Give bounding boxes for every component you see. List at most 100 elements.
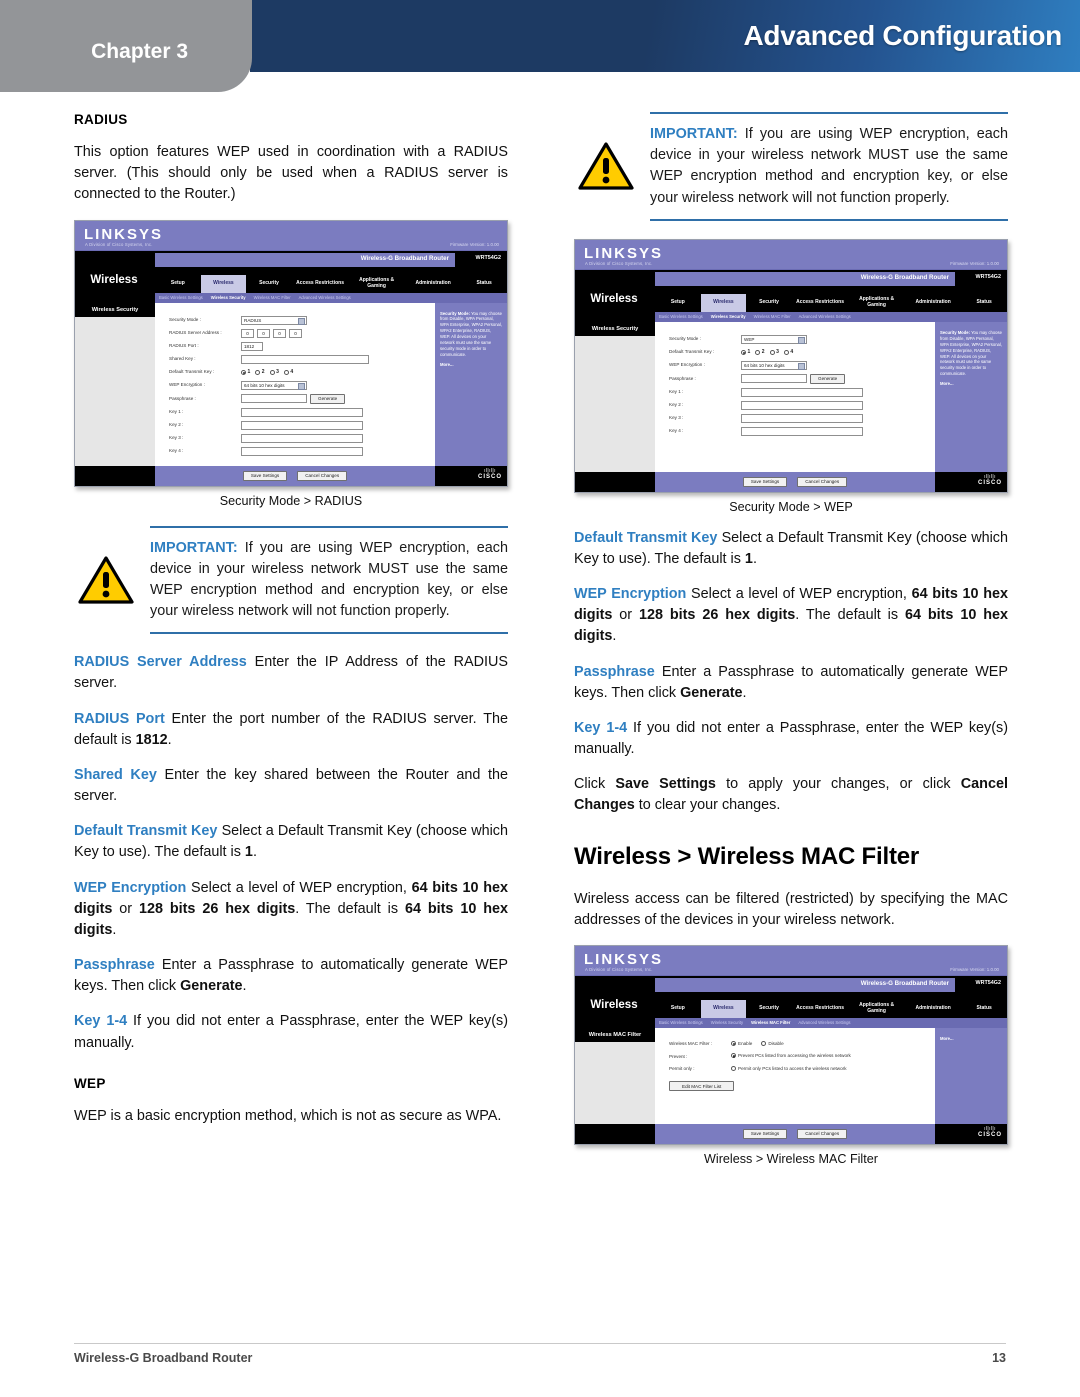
subtab-basic-wireless-settings[interactable]: Basic Wireless Settings: [655, 1020, 707, 1025]
radio-option-key-1[interactable]: 1: [741, 349, 750, 355]
tab-wireless[interactable]: Wireless: [700, 999, 747, 1018]
radio-option-disable[interactable]: Disable: [761, 1040, 784, 1046]
router-left-panel: Wireless Security: [575, 321, 655, 472]
tab-security[interactable]: Security: [746, 1000, 792, 1018]
input-radius-ip-octet-4[interactable]: 0: [289, 328, 302, 338]
router-left-panel: Wireless Security: [75, 302, 155, 466]
subtab-wireless-mac-filter[interactable]: Wireless MAC Filter: [747, 1020, 794, 1025]
tab-administration[interactable]: Administration: [405, 275, 462, 293]
radio-option-key-3[interactable]: 3: [769, 349, 779, 355]
tab-access-restrictions[interactable]: Access Restrictions: [292, 275, 349, 293]
subtab-basic-wireless-settings[interactable]: Basic Wireless Settings: [655, 314, 707, 319]
header-banner: Advanced Configuration: [250, 0, 1080, 72]
tab-status[interactable]: Status: [961, 294, 1007, 312]
select-wep-encryption[interactable]: 64 bits 10 hex digits: [241, 380, 307, 390]
tab-security[interactable]: Security: [746, 294, 792, 312]
radio-option-prevent[interactable]: Prevent PCs listed from accessing the wi…: [731, 1053, 851, 1059]
radio-option-key-3[interactable]: 3: [269, 369, 279, 375]
chapter-label: Chapter 3: [91, 40, 188, 63]
select-security-mode[interactable]: RADIUS: [241, 315, 307, 325]
page-footer: Wireless-G Broadband Router 13: [0, 1343, 1080, 1367]
radio-option-key-1[interactable]: 1: [241, 369, 250, 375]
input-radius-ip-octet-2[interactable]: 0: [257, 328, 270, 338]
tab-access-restrictions[interactable]: Access Restrictions: [792, 294, 849, 312]
select-security-mode[interactable]: WEP: [741, 334, 807, 344]
input-key-3[interactable]: [241, 433, 363, 443]
generate-button[interactable]: Generate: [310, 393, 346, 404]
save-settings-button[interactable]: Save Settings: [242, 470, 288, 481]
cancel-changes-button[interactable]: Cancel Changes: [297, 470, 348, 481]
input-key-4[interactable]: [241, 446, 363, 456]
save-settings-button[interactable]: Save Settings: [742, 476, 788, 487]
text-passphrase-2: .: [242, 978, 247, 995]
form-row-radius-port: RADIUS Port : 1812: [169, 341, 429, 351]
edit-mac-filter-list-button[interactable]: Edit MAC Filter List: [669, 1081, 735, 1092]
tab-security[interactable]: Security: [246, 275, 292, 293]
tab-access-restrictions[interactable]: Access Restrictions: [792, 1000, 849, 1018]
router-tabs: Setup Wireless Security Access Restricti…: [155, 274, 507, 293]
router-nav-row: Wireless Setup Wireless Security Access …: [575, 999, 1007, 1028]
input-key-3[interactable]: [741, 413, 863, 423]
radio-option-enable[interactable]: Enable: [731, 1040, 752, 1046]
input-key-2[interactable]: [741, 400, 863, 410]
chapter-tab: Chapter 3: [0, 0, 252, 92]
subtab-wireless-security[interactable]: Wireless Security: [707, 1020, 747, 1025]
subtab-wireless-security[interactable]: Wireless Security: [707, 314, 750, 319]
input-shared-key[interactable]: [241, 354, 369, 364]
help-lead: Security Mode:: [440, 310, 471, 316]
cancel-changes-button[interactable]: Cancel Changes: [797, 476, 848, 487]
tab-administration[interactable]: Administration: [905, 1000, 962, 1018]
subtab-advanced-wireless-settings[interactable]: Advanced Wireless Settings: [795, 314, 855, 319]
input-radius-ip-octet-1[interactable]: 0: [241, 328, 254, 338]
help-more-link[interactable]: More...: [440, 362, 502, 368]
cisco-logo: ıl|ıl|ı CISCO: [978, 474, 1002, 486]
tab-setup[interactable]: Setup: [655, 294, 701, 312]
subtab-wireless-security[interactable]: Wireless Security: [207, 295, 250, 300]
tab-setup[interactable]: Setup: [155, 275, 201, 293]
form-row-radius-server-address: RADIUS Server Address : 0 0 0 0: [169, 328, 429, 338]
tab-applications-gaming[interactable]: Applications & Gaming: [348, 275, 405, 293]
subtab-wireless-mac-filter[interactable]: Wireless MAC Filter: [250, 295, 295, 300]
tab-status[interactable]: Status: [961, 1000, 1007, 1018]
input-key-2[interactable]: [241, 420, 363, 430]
radio-option-permit-only[interactable]: Permit only PCs listed to access the wir…: [731, 1065, 847, 1071]
input-radius-ip-octet-3[interactable]: 0: [273, 328, 286, 338]
radio-option-key-4[interactable]: 4: [783, 349, 793, 355]
input-radius-port[interactable]: 1812: [241, 341, 263, 351]
radio-label-key-2: 2: [261, 369, 265, 376]
form-row-wep-encryption: WEP Encryption : 64 bits 10 hex digits: [669, 360, 929, 370]
radio-group-default-transmit-key: 1 2 3 4: [741, 349, 796, 355]
subtab-wireless-mac-filter[interactable]: Wireless MAC Filter: [750, 314, 795, 319]
router-footer: Save Settings Cancel Changes ıl|ıl|ı CIS…: [75, 465, 507, 486]
tab-status[interactable]: Status: [461, 275, 507, 293]
subtab-advanced-wireless-settings[interactable]: Advanced Wireless Settings: [794, 1020, 854, 1025]
left-column: RADIUS This option features WEP used in …: [74, 112, 508, 1127]
tab-setup[interactable]: Setup: [655, 1000, 701, 1018]
help-more-link[interactable]: More...: [940, 381, 1002, 387]
value-radius-port-default: 1812: [135, 731, 168, 748]
tab-applications-gaming[interactable]: Applications & Gaming: [848, 294, 905, 312]
tab-applications-gaming[interactable]: Applications & Gaming: [848, 1000, 905, 1018]
router-footer: Save Settings Cancel Changes ıl|ıl|ı CIS…: [575, 1123, 1007, 1144]
radio-option-key-4[interactable]: 4: [283, 369, 293, 375]
tab-wireless[interactable]: Wireless: [200, 274, 247, 293]
save-settings-button[interactable]: Save Settings: [742, 1128, 788, 1139]
help-more-link[interactable]: More...: [940, 1036, 1002, 1042]
input-passphrase[interactable]: [241, 394, 307, 404]
input-key-4[interactable]: [741, 426, 863, 436]
document-page: Advanced Configuration Chapter 3 RADIUS …: [0, 0, 1080, 1397]
radio-option-key-2[interactable]: 2: [755, 349, 765, 355]
radio-icon-key-1: [741, 349, 746, 355]
input-key-1[interactable]: [241, 407, 363, 417]
select-wep-encryption[interactable]: 64 bits 10 hex digits: [741, 360, 807, 370]
term-wep-encryption: WEP Encryption: [574, 586, 687, 603]
cancel-changes-button[interactable]: Cancel Changes: [797, 1128, 848, 1139]
radio-option-key-2[interactable]: 2: [255, 369, 265, 376]
input-key-1[interactable]: [741, 387, 863, 397]
generate-button[interactable]: Generate: [810, 373, 846, 384]
input-passphrase[interactable]: [741, 374, 807, 384]
tab-administration[interactable]: Administration: [905, 294, 962, 312]
subtab-advanced-wireless-settings[interactable]: Advanced Wireless Settings: [295, 295, 355, 300]
subtab-basic-wireless-settings[interactable]: Basic Wireless Settings: [155, 295, 207, 300]
tab-wireless[interactable]: Wireless: [700, 293, 747, 312]
